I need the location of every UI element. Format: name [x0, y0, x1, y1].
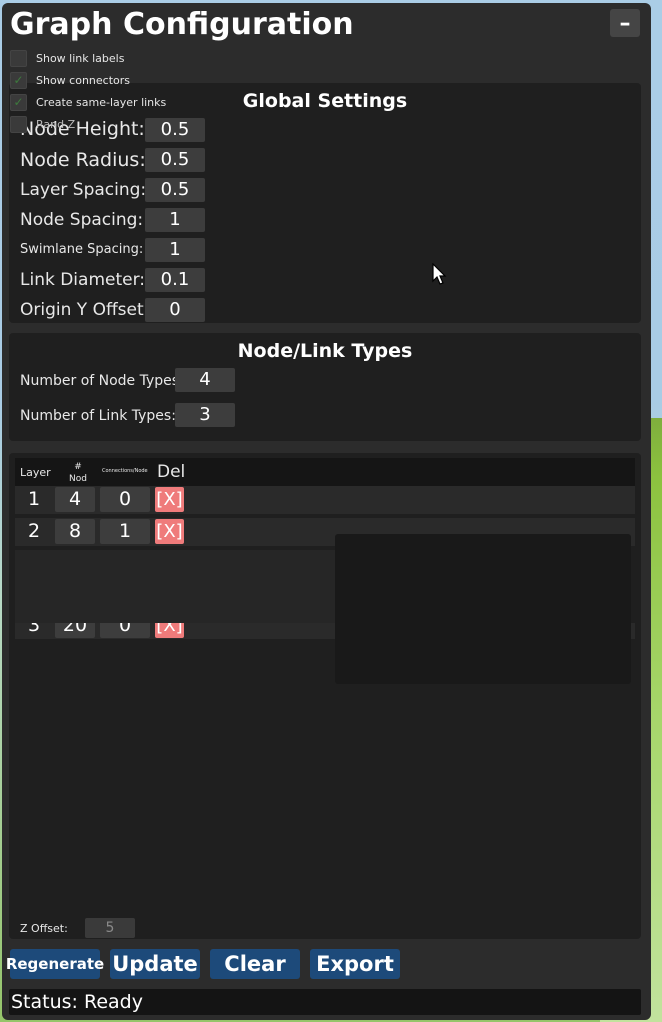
- layers-panel: Layer # Nodes Connections/Node Del 1 4 0…: [9, 453, 641, 939]
- del-column-header: Del: [157, 462, 186, 482]
- swimlane-spacing-label: Swimlane Spacing:: [20, 242, 144, 257]
- layer-number: 1: [27, 488, 41, 510]
- layer-nodes-input[interactable]: 4: [55, 487, 95, 512]
- create-same-layer-links-option[interactable]: ✓ Create same-layer links: [10, 93, 166, 111]
- create-same-layer-links-checkbox[interactable]: ✓: [10, 93, 27, 111]
- connections-column-header: Connections/Node: [102, 468, 148, 474]
- z-offset-input[interactable]: 5: [85, 918, 135, 938]
- mouse-cursor-icon: [432, 263, 447, 285]
- show-connectors-option[interactable]: ✓ Show connectors: [10, 71, 130, 89]
- checkmark-icon: ✓: [13, 95, 24, 109]
- link-diameter-input[interactable]: 0.1: [145, 268, 205, 292]
- global-settings-panel: Global Settings Node Height: 0.5 Node Ra…: [9, 83, 641, 323]
- export-button[interactable]: Export: [310, 949, 400, 979]
- origin-y-offset-input[interactable]: 0: [145, 298, 205, 322]
- minimize-button[interactable]: –: [610, 9, 640, 37]
- layer-connections-input[interactable]: 1: [100, 519, 150, 544]
- show-connectors-label: Show connectors: [36, 73, 131, 87]
- update-button[interactable]: Update: [110, 949, 200, 979]
- delete-layer-button[interactable]: [X]: [155, 519, 184, 544]
- show-link-labels-label: Show link labels: [36, 51, 125, 65]
- node-radius-input[interactable]: 0.5: [145, 148, 205, 172]
- node-link-types-panel: Node/Link Types Number of Node Types: 4 …: [9, 333, 641, 441]
- node-spacing-label: Node Spacing:: [20, 210, 144, 230]
- list-overlay-band: [15, 550, 337, 623]
- layer-nodes-input[interactable]: 8: [55, 519, 95, 544]
- checkmark-icon: ✓: [13, 73, 24, 87]
- origin-y-offset-label: Origin Y Offset:: [20, 300, 150, 320]
- rand-z-option[interactable]: Rand Z: [10, 115, 75, 133]
- node-types-input[interactable]: 4: [175, 368, 235, 392]
- show-link-labels-checkbox[interactable]: [10, 49, 27, 67]
- layer-spacing-input[interactable]: 0.5: [145, 178, 205, 202]
- node-types-label: Number of Node Types:: [20, 373, 184, 389]
- graph-configuration-window: Graph Configuration – Global Settings No…: [2, 3, 651, 1020]
- link-diameter-label: Link Diameter:: [20, 270, 146, 290]
- z-offset-label: Z Offset:: [20, 922, 68, 935]
- regenerate-button[interactable]: Regenerate: [6, 949, 104, 979]
- clear-button[interactable]: Clear: [210, 949, 300, 979]
- node-radius-label: Node Radius:: [20, 149, 146, 171]
- layer-spacing-label: Layer Spacing:: [20, 180, 147, 200]
- show-link-labels-option[interactable]: Show link labels: [10, 49, 124, 67]
- node-spacing-input[interactable]: 1: [145, 208, 205, 232]
- status-bar: Status: Ready: [9, 989, 641, 1015]
- link-types-input[interactable]: 3: [175, 403, 235, 427]
- delete-layer-button[interactable]: [X]: [155, 487, 184, 512]
- show-connectors-checkbox[interactable]: ✓: [10, 71, 27, 89]
- rand-z-label: Rand Z: [36, 117, 76, 131]
- layer-number: 3: [27, 623, 41, 636]
- delete-layer-button[interactable]: [X]: [155, 623, 184, 638]
- node-height-input[interactable]: 0.5: [145, 118, 205, 142]
- swimlane-spacing-input[interactable]: 1: [145, 238, 205, 262]
- create-same-layer-links-label: Create same-layer links: [36, 95, 167, 109]
- layer-connections-input[interactable]: 0: [100, 487, 150, 512]
- link-types-label: Number of Link Types:: [20, 408, 176, 424]
- layer-connections-input[interactable]: 0: [100, 623, 150, 638]
- layer-number: 2: [27, 520, 41, 542]
- layer-column-header: Layer: [20, 466, 51, 479]
- nodes-column-header: # Nodes: [69, 462, 87, 483]
- layer-nodes-input[interactable]: 20: [55, 623, 95, 638]
- window-title: Graph Configuration: [10, 7, 354, 42]
- node-link-types-title: Node/Link Types: [237, 340, 413, 362]
- tooltip-box: [335, 534, 631, 684]
- rand-z-checkbox[interactable]: [10, 115, 27, 133]
